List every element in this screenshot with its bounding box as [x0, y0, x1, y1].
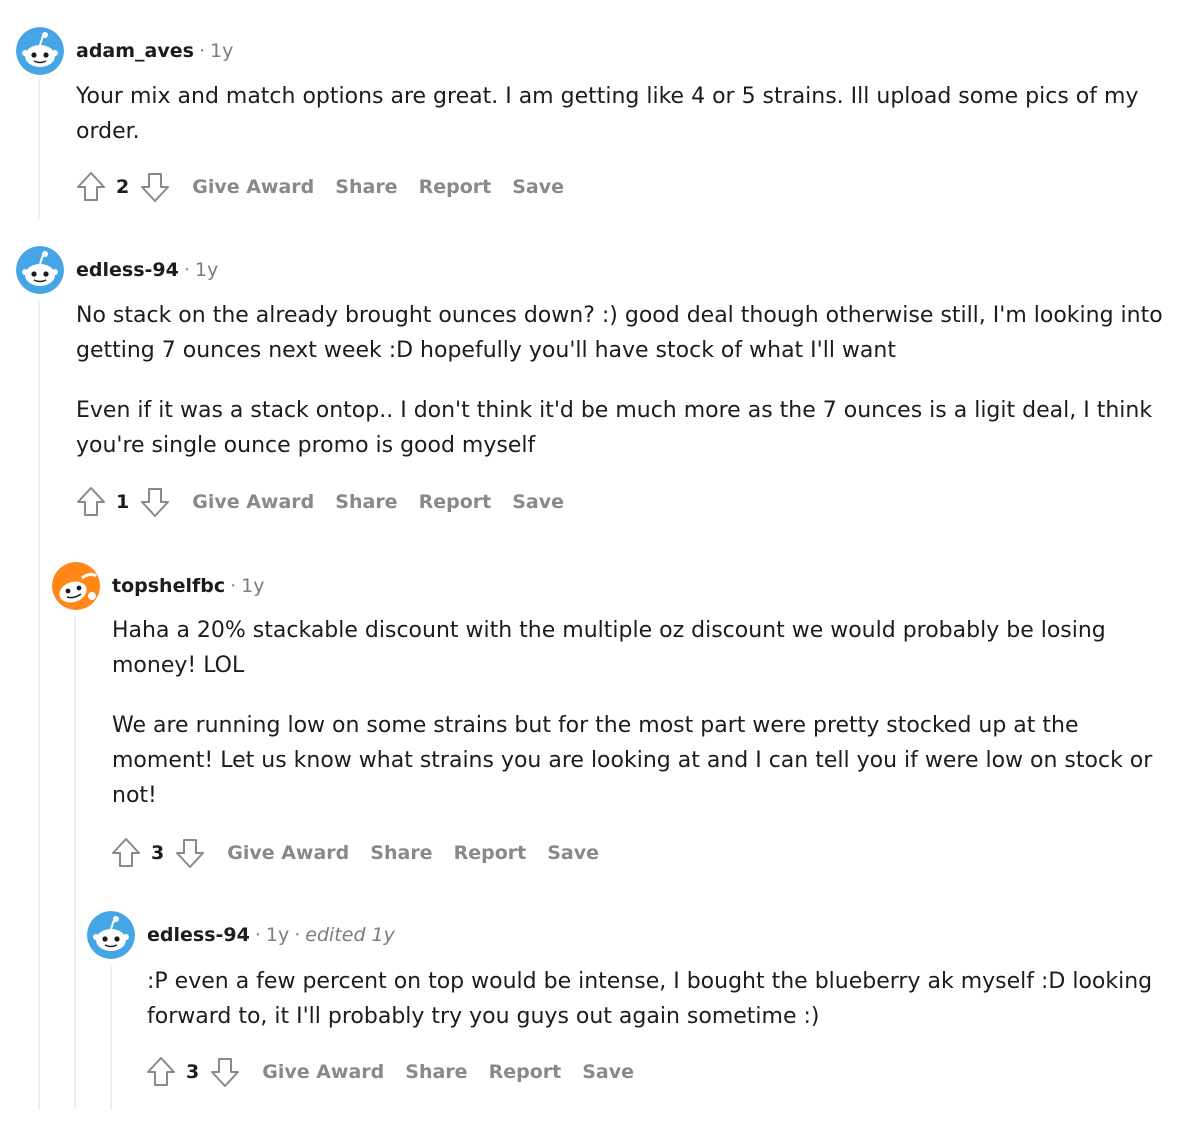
separator-dot: · [294, 924, 301, 946]
thread-line[interactable] [74, 615, 76, 1110]
comment-text: Your mix and match options are great. I … [76, 84, 1139, 144]
share-button[interactable]: Share [405, 1061, 467, 1083]
give-award-button[interactable]: Give Award [192, 491, 314, 513]
edited-label: edited 1y [305, 924, 395, 946]
action-bar: 3 Give Award Share Report Save [145, 1054, 655, 1090]
comment-text: No stack on the already brought ounces d… [76, 303, 1163, 363]
save-button[interactable]: Save [512, 491, 564, 513]
comment-body: No stack on the already brought ounces d… [76, 298, 1166, 463]
report-button[interactable]: Report [419, 176, 492, 198]
upvote-icon [112, 838, 140, 867]
orange-snoo-icon [52, 562, 100, 610]
upvote-button[interactable] [110, 837, 142, 869]
upvote-icon [77, 172, 105, 201]
save-button[interactable]: Save [582, 1061, 634, 1083]
give-award-button[interactable]: Give Award [262, 1061, 384, 1083]
vote-score: 3 [186, 1061, 200, 1083]
upvote-icon [77, 487, 105, 516]
comment-body: Haha a 20% stackable discount with the m… [112, 613, 1172, 813]
timestamp[interactable]: 1y [210, 40, 233, 62]
upvote-button[interactable] [145, 1056, 177, 1088]
action-bar: 2 Give Award Share Report Save [75, 169, 585, 205]
comment-text: Even if it was a stack ontop.. I don't t… [76, 398, 1153, 458]
vote-score: 2 [116, 176, 130, 198]
report-button[interactable]: Report [454, 842, 527, 864]
thread-line[interactable] [110, 965, 112, 1110]
downvote-icon [141, 488, 170, 517]
action-bar: 3 Give Award Share Report Save [110, 835, 620, 871]
author-link[interactable]: adam_aves [76, 40, 194, 62]
upvote-button[interactable] [75, 486, 107, 518]
vote-score: 3 [151, 842, 165, 864]
comment-body: :P even a few percent on top would be in… [147, 964, 1177, 1034]
upvote-button[interactable] [75, 171, 107, 203]
downvote-icon [176, 839, 205, 868]
thread-line[interactable] [38, 80, 40, 220]
timestamp[interactable]: 1y [266, 924, 289, 946]
comment-text: Haha a 20% stackable discount with the m… [112, 618, 1106, 678]
save-button[interactable]: Save [512, 176, 564, 198]
author-link[interactable]: edless-94 [76, 259, 179, 281]
comment-text: We are running low on some strains but f… [112, 713, 1153, 808]
report-button[interactable]: Report [419, 491, 492, 513]
save-button[interactable]: Save [547, 842, 599, 864]
comment-meta: edless-94 · 1y [76, 258, 218, 282]
share-button[interactable]: Share [370, 842, 432, 864]
share-button[interactable]: Share [335, 176, 397, 198]
separator-dot: · [254, 924, 261, 946]
comment-body: Your mix and match options are great. I … [76, 79, 1166, 149]
comment-text: :P even a few percent on top would be in… [147, 969, 1153, 1029]
avatar[interactable] [87, 911, 135, 959]
separator-dot: · [183, 259, 190, 281]
author-link[interactable]: topshelfbc [112, 575, 225, 597]
comment-meta: edless-94 · 1y · edited 1y [147, 923, 395, 947]
downvote-button[interactable] [139, 486, 171, 518]
timestamp[interactable]: 1y [241, 575, 264, 597]
separator-dot: · [198, 40, 205, 62]
upvote-icon [147, 1057, 175, 1086]
blue-snoo-icon [16, 246, 64, 294]
avatar[interactable] [16, 246, 64, 294]
comment-meta: topshelfbc · 1y [112, 574, 265, 598]
report-button[interactable]: Report [489, 1061, 562, 1083]
give-award-button[interactable]: Give Award [192, 176, 314, 198]
downvote-button[interactable] [139, 171, 171, 203]
avatar[interactable] [52, 562, 100, 610]
downvote-button[interactable] [209, 1056, 241, 1088]
downvote-button[interactable] [174, 837, 206, 869]
timestamp[interactable]: 1y [195, 259, 218, 281]
vote-score: 1 [116, 491, 130, 513]
avatar[interactable] [16, 27, 64, 75]
comment-meta: adam_aves · 1y [76, 39, 233, 63]
blue-snoo-icon [87, 911, 135, 959]
thread-line[interactable] [38, 300, 40, 1110]
separator-dot: · [230, 575, 237, 597]
give-award-button[interactable]: Give Award [227, 842, 349, 864]
share-button[interactable]: Share [335, 491, 397, 513]
author-link[interactable]: edless-94 [147, 924, 250, 946]
downvote-icon [141, 173, 170, 202]
blue-snoo-icon [16, 27, 64, 75]
downvote-icon [211, 1058, 240, 1087]
action-bar: 1 Give Award Share Report Save [75, 484, 585, 520]
